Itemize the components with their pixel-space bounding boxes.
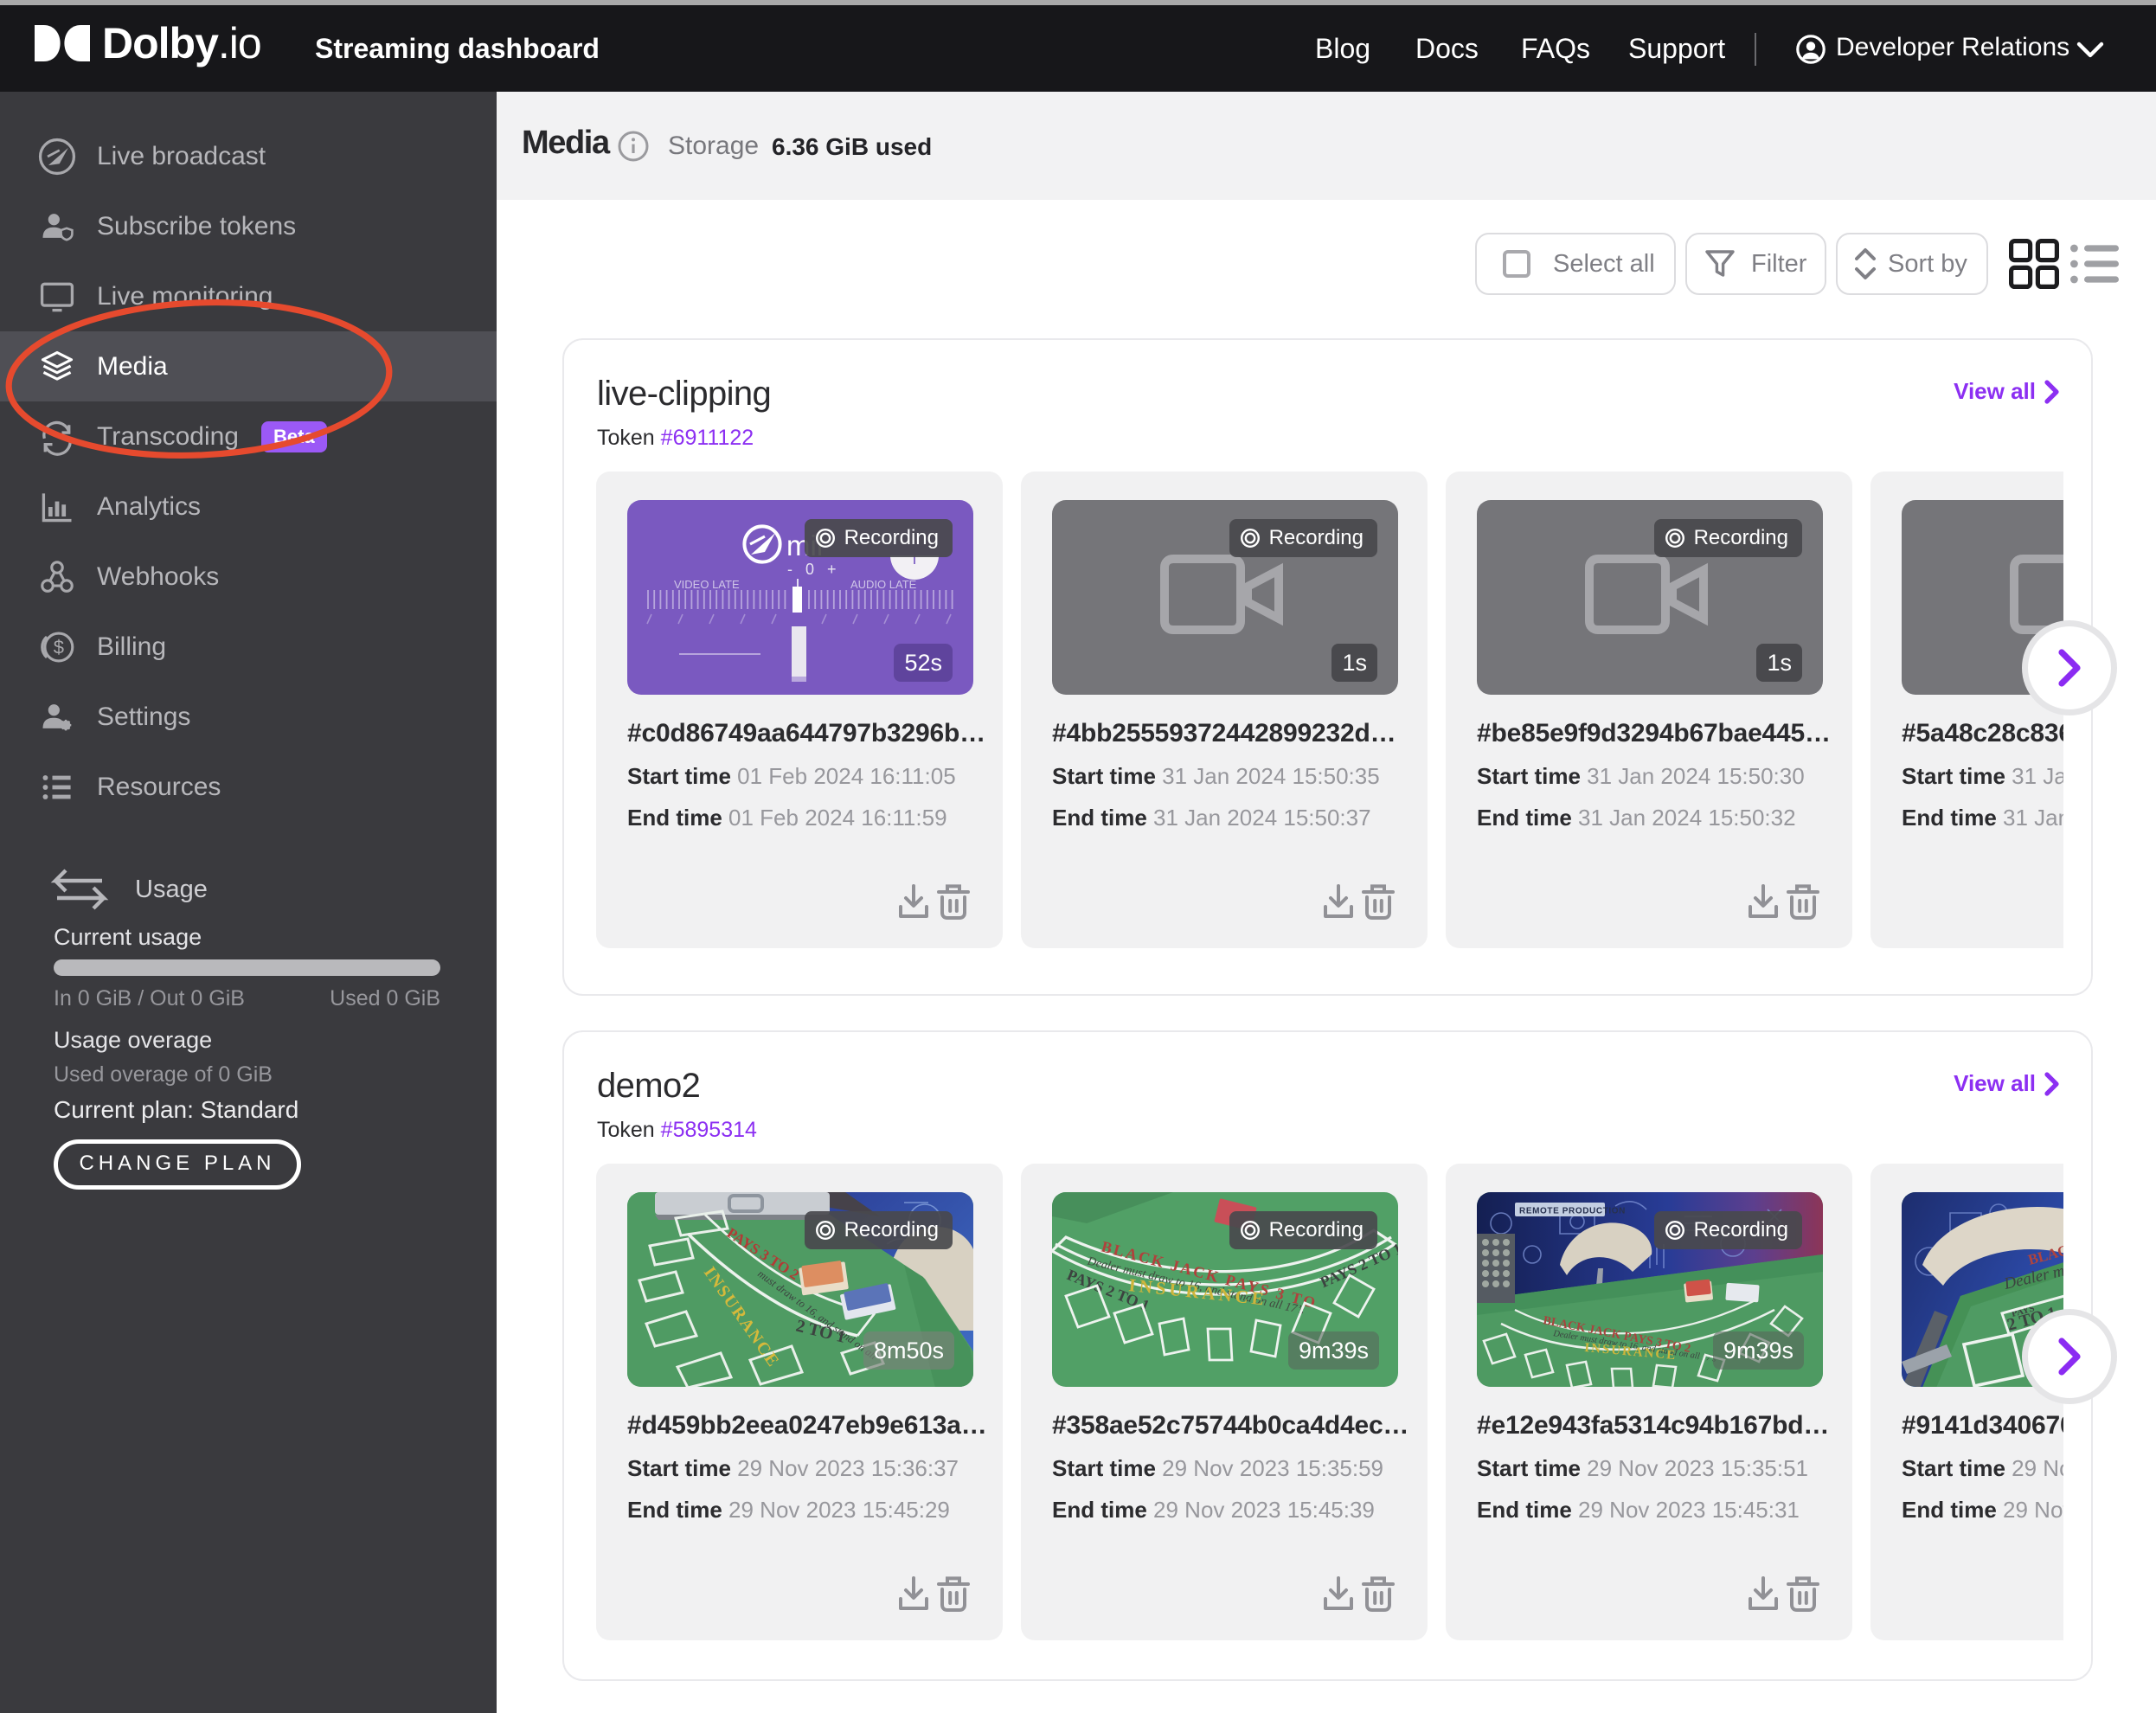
svg-text:AUDIO LATE: AUDIO LATE (850, 578, 917, 591)
svg-text:REMOTE PRODUCTION: REMOTE PRODUCTION (1519, 1206, 1626, 1216)
svg-text:$: $ (54, 636, 64, 658)
svg-text:- 0 +: - 0 + (787, 561, 837, 578)
svg-text:VIDEO LATE: VIDEO LATE (674, 578, 740, 591)
